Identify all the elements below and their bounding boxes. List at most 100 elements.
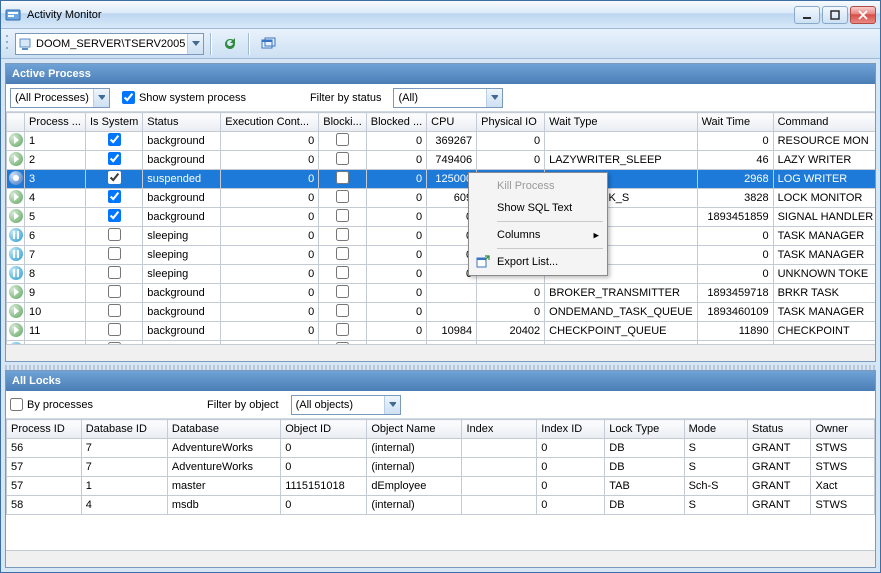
column-header[interactable]: Status (143, 113, 221, 132)
column-header[interactable]: Execution Cont... (221, 113, 319, 132)
column-header[interactable]: Process ... (25, 113, 86, 132)
table-row[interactable]: 571master1115151018dEmployee0TABSch-SGRA… (7, 477, 875, 496)
column-header[interactable]: Database (167, 420, 280, 439)
table-row[interactable]: 584msdb0(internal)0DBSGRANTSTWS (7, 496, 875, 515)
cell-checkbox (108, 266, 121, 279)
cell-sys (85, 284, 142, 303)
close-button[interactable] (850, 6, 876, 24)
table-row[interactable]: 8sleeping0000UNKNOWN TOKE (7, 265, 876, 284)
menu-columns[interactable]: Columns▸ (471, 224, 605, 246)
cell-status: GRANT (748, 477, 811, 496)
cell-exec: 0 (221, 151, 319, 170)
table-row[interactable]: 577AdventureWorks0(internal)0DBSGRANTSTW… (7, 458, 875, 477)
column-header[interactable]: Mode (684, 420, 747, 439)
column-header[interactable]: Object ID (281, 420, 367, 439)
new-window-button[interactable] (256, 33, 280, 55)
cell-status: sleeping (143, 246, 221, 265)
app-icon (5, 7, 21, 23)
table-row[interactable]: 6sleeping0000TASK MANAGER (7, 227, 876, 246)
maximize-button[interactable] (822, 6, 848, 24)
cell-pid: 7 (25, 246, 86, 265)
table-row[interactable]: 11background001098420402CHECKPOINT_QUEUE… (7, 322, 876, 341)
cell-pid: 2 (25, 151, 86, 170)
column-header[interactable]: Index (462, 420, 537, 439)
column-header[interactable]: Database ID (81, 420, 167, 439)
column-header[interactable]: Index ID (537, 420, 605, 439)
window-title: Activity Monitor (27, 9, 794, 21)
cell-wtime: 1893460109 (697, 303, 773, 322)
cell-dbid: 7 (81, 439, 167, 458)
server-select[interactable]: DOOM_SERVER\TSERV2005 (15, 33, 204, 55)
cell-oid: 0 (281, 496, 367, 515)
object-filter-select[interactable]: (All objects) (291, 395, 401, 415)
status-filter-select[interactable]: (All) (393, 88, 503, 108)
table-row[interactable]: 567AdventureWorks0(internal)0DBSGRANTSTW… (7, 439, 875, 458)
cell-pio: 0 (477, 303, 545, 322)
table-row[interactable]: 3suspended00125000UE2968LOG WRITER (7, 170, 876, 189)
menu-show-sql[interactable]: Show SQL Text (471, 197, 605, 219)
cell-status: suspended (143, 170, 221, 189)
locks-grid[interactable]: Process IDDatabase IDDatabaseObject IDOb… (6, 419, 875, 550)
table-row[interactable]: 5background000EUP1893451859SIGNAL HANDLE… (7, 208, 876, 227)
column-header[interactable]: Is System (85, 113, 142, 132)
all-locks-panel: All Locks By processes Filter by object … (5, 370, 876, 568)
table-row[interactable]: 1background0036926700RESOURCE MON (7, 132, 876, 151)
column-header[interactable]: Physical IO (477, 113, 545, 132)
process-filter-select[interactable]: (All Processes) (10, 88, 110, 108)
cell-exec: 0 (221, 170, 319, 189)
filter-by-object-label: Filter by object (207, 399, 279, 411)
cell-blocking (319, 265, 367, 284)
column-header[interactable]: Status (748, 420, 811, 439)
object-filter-value: (All objects) (292, 399, 384, 411)
cell-checkbox (336, 285, 349, 298)
cell-owner: STWS (811, 439, 875, 458)
horizontal-scrollbar[interactable] (6, 550, 875, 567)
play-icon (9, 304, 23, 318)
active-process-panel: Active Process (All Processes) Show syst… (5, 63, 876, 362)
process-grid[interactable]: Process ...Is SystemStatusExecution Cont… (6, 112, 875, 344)
column-header[interactable]: Owner (811, 420, 875, 439)
column-header[interactable]: Blocki... (319, 113, 367, 132)
cell-db: master (167, 477, 280, 496)
cell-wtime: 1893459718 (697, 284, 773, 303)
show-system-checkbox[interactable]: Show system process (122, 91, 246, 104)
cell-status: background (143, 322, 221, 341)
cell-lock: DB (605, 439, 684, 458)
cell-cpu: 369267 (427, 132, 477, 151)
horizontal-scrollbar[interactable] (6, 344, 875, 361)
cell-lock: DB (605, 496, 684, 515)
column-header[interactable]: Process ID (7, 420, 82, 439)
table-row[interactable]: 7sleeping0000TASK MANAGER (7, 246, 876, 265)
by-processes-checkbox-input[interactable] (10, 398, 23, 411)
column-header[interactable]: Blocked ... (366, 113, 426, 132)
column-header[interactable]: Command (773, 113, 875, 132)
play-icon (9, 152, 23, 166)
table-row[interactable]: 10background000ONDEMAND_TASK_QUEUE189346… (7, 303, 876, 322)
table-row[interactable]: 4background00609_DEADLOCK_S3828LOCK MONI… (7, 189, 876, 208)
all-locks-header: All Locks (6, 371, 875, 391)
column-header[interactable]: Wait Time (697, 113, 773, 132)
cell-wtime: 0 (697, 246, 773, 265)
table-row[interactable]: 2background007494060LAZYWRITER_SLEEP46LA… (7, 151, 876, 170)
menu-export-list[interactable]: Export List... (471, 251, 605, 273)
cell-pid: 56 (7, 439, 82, 458)
cell-status: background (143, 189, 221, 208)
table-row[interactable]: 9background000BROKER_TRANSMITTER18934597… (7, 284, 876, 303)
column-header[interactable]: Wait Type (545, 113, 697, 132)
pause-icon (9, 266, 23, 280)
column-header[interactable]: Object Name (367, 420, 462, 439)
context-menu[interactable]: Kill Process Show SQL Text Columns▸ Expo… (468, 172, 608, 276)
cell-blocked: 0 (366, 303, 426, 322)
by-processes-checkbox[interactable]: By processes (10, 398, 93, 411)
cell-pio: 0 (477, 132, 545, 151)
toolbar-separator (248, 33, 250, 55)
active-process-header: Active Process (6, 64, 875, 84)
titlebar[interactable]: Activity Monitor (1, 1, 880, 29)
column-header[interactable]: CPU (427, 113, 477, 132)
refresh-button[interactable] (218, 33, 242, 55)
minimize-button[interactable] (794, 6, 820, 24)
show-system-checkbox-input[interactable] (122, 91, 135, 104)
server-icon (16, 37, 34, 51)
cell-pio: 20402 (477, 322, 545, 341)
column-header[interactable]: Lock Type (605, 420, 684, 439)
